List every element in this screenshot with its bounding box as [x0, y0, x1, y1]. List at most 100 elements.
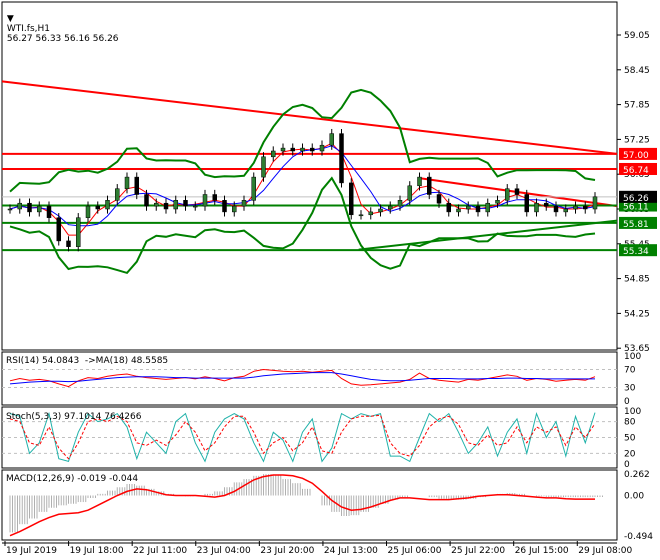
candle-body — [222, 200, 227, 213]
candle-body — [144, 194, 149, 207]
macd-title: MACD(12,26,9) -0.019 -0.044 — [6, 474, 139, 484]
indicator-tick-label: 100 — [624, 407, 641, 417]
time-tick-label: 22 Jul 11:00 — [133, 546, 187, 556]
candle-body — [417, 176, 422, 187]
time-tick-label: 23 Jul 04:00 — [197, 546, 251, 556]
indicator-tick-label: 0.00 — [624, 491, 644, 501]
candle-body — [280, 147, 286, 152]
candle-body — [495, 200, 500, 204]
candle-body — [514, 188, 520, 195]
price-tick-label: 57.25 — [624, 135, 650, 145]
candle-body — [436, 194, 442, 204]
time-tick-label: 23 Jul 20:00 — [260, 546, 314, 556]
candle-body — [85, 205, 91, 218]
candle-body — [271, 150, 276, 158]
candle-body — [349, 182, 354, 216]
candle-body — [37, 205, 42, 213]
candle-body — [115, 188, 120, 201]
candle-body — [407, 185, 412, 201]
indicator-tick-label: 20 — [624, 449, 636, 459]
candle-body — [173, 200, 178, 210]
candle-body — [573, 205, 578, 210]
indicator-tick-label: 100 — [624, 352, 641, 362]
candle-body — [329, 133, 334, 146]
macd-signal-line — [9, 474, 595, 537]
indicator-tick-label: 0.262 — [624, 470, 650, 480]
indicator-tick-label: 0 — [624, 397, 630, 407]
indicator-tick-label: 30 — [624, 384, 636, 394]
candle-body — [154, 202, 159, 207]
candle-body — [427, 176, 432, 195]
time-tick-label: 25 Jul 22:00 — [451, 546, 505, 556]
candle-body — [134, 176, 139, 195]
current-price-label: 56.26 — [623, 194, 649, 204]
candle-body — [475, 205, 481, 213]
symbol-label: WTI.fs,H1 — [6, 24, 50, 34]
candle-body — [193, 205, 198, 208]
candle-body — [485, 202, 490, 213]
candle-body — [319, 144, 325, 152]
candle-body — [563, 208, 568, 213]
candle-body — [66, 240, 71, 247]
candle-body — [163, 202, 169, 210]
candle-body — [456, 208, 461, 213]
candle-body — [290, 147, 295, 152]
candle-body — [505, 188, 510, 201]
indicator-tick-label: 70 — [624, 366, 636, 376]
candle-body — [261, 156, 266, 178]
level-price-label: 55.34 — [623, 247, 649, 257]
time-tick-label: 19 Jul 18:00 — [70, 546, 124, 556]
trend-line — [358, 219, 618, 251]
price-tick-label: 58.45 — [624, 66, 650, 76]
collapse-triangle-icon[interactable]: ▼ — [7, 14, 14, 24]
candle-body — [241, 200, 247, 207]
candle-body — [524, 194, 529, 213]
candle-body — [76, 217, 81, 247]
candle-body — [466, 205, 471, 210]
candle-body — [17, 202, 22, 210]
candle-body — [310, 147, 315, 152]
indicator-tick-label: 50 — [624, 434, 636, 444]
time-tick-label: 24 Jul 13:00 — [324, 546, 378, 556]
candle-body — [553, 205, 559, 213]
level-price-label: 55.81 — [623, 220, 649, 230]
candle-body — [7, 208, 13, 211]
candle-body — [56, 217, 61, 242]
time-tick-label: 29 Jul 08:00 — [578, 546, 632, 556]
trend-line — [1, 80, 618, 155]
candle-body — [212, 194, 217, 201]
level-price-label: 56.11 — [623, 203, 649, 213]
candle-body — [446, 202, 451, 213]
candle-body — [105, 200, 110, 210]
candle-body — [388, 205, 393, 210]
level-price-label: 57.00 — [623, 151, 649, 161]
price-tick-label: 54.25 — [624, 309, 650, 319]
level-price-label: 56.74 — [623, 166, 649, 176]
candle-body — [583, 205, 588, 210]
candle-body — [397, 200, 403, 207]
indicator-tick-label: 80 — [624, 418, 636, 428]
candle-body — [544, 202, 549, 207]
price-tick-label: 57.85 — [624, 101, 650, 111]
candle-body — [358, 214, 364, 217]
candle-body — [46, 205, 52, 218]
candle-body — [202, 194, 208, 207]
stoch-title: Stoch(5,3,3) 97.1014 76.4266 — [6, 412, 142, 422]
indicator-tick-label: 0 — [624, 460, 630, 470]
time-tick-label: 26 Jul 15:00 — [515, 546, 569, 556]
trading-chart-window: 59.0558.4557.8557.2556.6556.0555.4554.85… — [0, 0, 660, 560]
indicator-tick-label: -0.494 — [624, 532, 653, 542]
candle-body — [183, 200, 188, 207]
candle-body — [27, 202, 32, 213]
candle-body — [592, 196, 598, 210]
candle-body — [339, 133, 344, 184]
price-tick-label: 54.85 — [624, 275, 650, 285]
candle-body — [95, 205, 100, 210]
candle-body — [232, 205, 237, 213]
price-tick-label: 59.05 — [624, 31, 650, 41]
chart-header: ▼ WTI.fs,H1 56.27 56.33 56.16 56.26 — [4, 4, 119, 44]
candle-body — [251, 176, 256, 201]
panel-frame-0 — [1, 1, 618, 351]
candle-body — [378, 208, 383, 213]
candle-body — [124, 176, 130, 189]
